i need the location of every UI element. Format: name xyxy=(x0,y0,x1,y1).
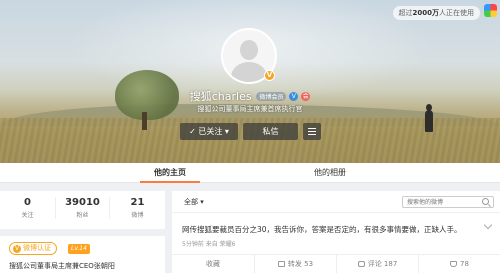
followers-count-value: 39010 xyxy=(65,197,100,208)
message-button[interactable]: 私信 xyxy=(243,123,298,140)
like-count: 78 xyxy=(460,260,469,268)
cover-tree-trunk xyxy=(142,112,147,130)
level-badge[interactable]: Lv.14 xyxy=(68,244,90,254)
post-text: 网传搜狐要裁员百分之30，我告诉你，答案是否定的，有很多事情要做，正缺人手。 xyxy=(182,225,462,234)
menu-icon-bar-2 xyxy=(308,131,316,132)
followers-count[interactable]: 39010 粉丝 xyxy=(55,197,110,219)
forward-icon xyxy=(277,261,285,267)
posts-count-label: 微博 xyxy=(131,212,144,219)
profile-tabs: 他的主页 他的相册 xyxy=(0,163,500,183)
chevron-down-icon: ▾ xyxy=(200,198,204,206)
app-logo-icon[interactable] xyxy=(484,4,497,17)
menu-icon-bar-1 xyxy=(308,128,316,129)
feed-search-input[interactable] xyxy=(402,196,494,208)
favorite-button[interactable]: 收藏 xyxy=(172,255,254,273)
like-button[interactable]: 78 xyxy=(418,255,500,273)
user-count-banner[interactable]: 超过2000万人正在使用 xyxy=(392,6,480,20)
search-icon[interactable] xyxy=(482,198,489,205)
weibo-feed: 全部 ▾ 网传搜狐要裁员百分之30，我告诉你，答案是否定的，有很多事情要做，正缺… xyxy=(172,191,500,273)
check-icon: ✓ xyxy=(189,127,196,136)
follow-label: 已关注 xyxy=(198,127,223,136)
posts-count-value: 21 xyxy=(130,197,145,208)
tab-album[interactable]: 他的相册 xyxy=(290,163,370,183)
post-meta[interactable]: 5分钟前 来自 荣耀6 xyxy=(182,239,235,248)
verification-text: 搜狐公司董事局主席兼CEO张朝阳 xyxy=(9,262,115,270)
verified-v-icon: V xyxy=(264,70,275,81)
feed-header: 全部 ▾ xyxy=(172,191,500,213)
thumbs-up-icon xyxy=(450,261,458,267)
verified-icon: V xyxy=(13,245,21,253)
profile-name: 搜狐charles xyxy=(189,90,252,103)
more-menu-button[interactable] xyxy=(303,123,321,140)
following-count-value: 0 xyxy=(24,197,31,208)
verification-badge[interactable]: V 微博认证 xyxy=(9,242,57,255)
tab-home[interactable]: 他的主页 xyxy=(140,163,200,183)
follow-button[interactable]: ✓ 已关注 ▾ xyxy=(180,123,238,140)
forward-button[interactable]: 转发 53 xyxy=(254,255,336,273)
followers-count-label: 粉丝 xyxy=(76,212,89,219)
profile-name-row: 搜狐charles 微博会员 V 会 xyxy=(0,88,500,104)
avatar-body-silhouette xyxy=(231,62,267,82)
avatar-head-silhouette xyxy=(240,40,258,60)
post-actions: 收藏 转发 53 评论 187 78 xyxy=(172,254,500,273)
comment-button[interactable]: 评论 187 xyxy=(336,255,418,273)
feed-filter-dropdown[interactable]: 全部 ▾ xyxy=(184,197,204,207)
user-count-prefix: 超过 xyxy=(398,9,413,17)
verification-card: V 微博认证 Lv.14 搜狐公司董事局主席兼CEO张朝阳 xyxy=(0,236,165,273)
caret-down-icon: ▾ xyxy=(224,127,229,136)
comment-label: 评论 187 xyxy=(367,260,398,268)
member-icon[interactable]: 会 xyxy=(301,91,311,101)
user-count-number: 2000万 xyxy=(412,9,439,17)
posts-count[interactable]: 21 微博 xyxy=(110,197,165,219)
feed-filter-label: 全部 xyxy=(184,198,198,206)
following-count[interactable]: 0 关注 xyxy=(0,197,55,219)
verified-icon[interactable]: V xyxy=(289,91,299,101)
comment-icon xyxy=(357,261,365,267)
forward-label: 转发 53 xyxy=(287,260,314,268)
verification-badge-label: 微博认证 xyxy=(23,244,51,252)
menu-icon-bar-3 xyxy=(308,134,316,135)
post-menu-chevron-icon[interactable] xyxy=(483,220,493,230)
profile-cover: 超过2000万人正在使用 V 搜狐charles 微博会员 V 会 搜狐公司董事… xyxy=(0,0,500,163)
profile-counts: 0 关注 39010 粉丝 21 微博 xyxy=(0,191,165,229)
profile-description: 搜狐公司董事局主席兼首席执行官 xyxy=(197,105,303,113)
user-count-suffix: 人正在使用 xyxy=(439,9,474,17)
following-count-label: 关注 xyxy=(21,212,34,219)
member-level-badge[interactable]: 微博会员 xyxy=(256,91,287,101)
